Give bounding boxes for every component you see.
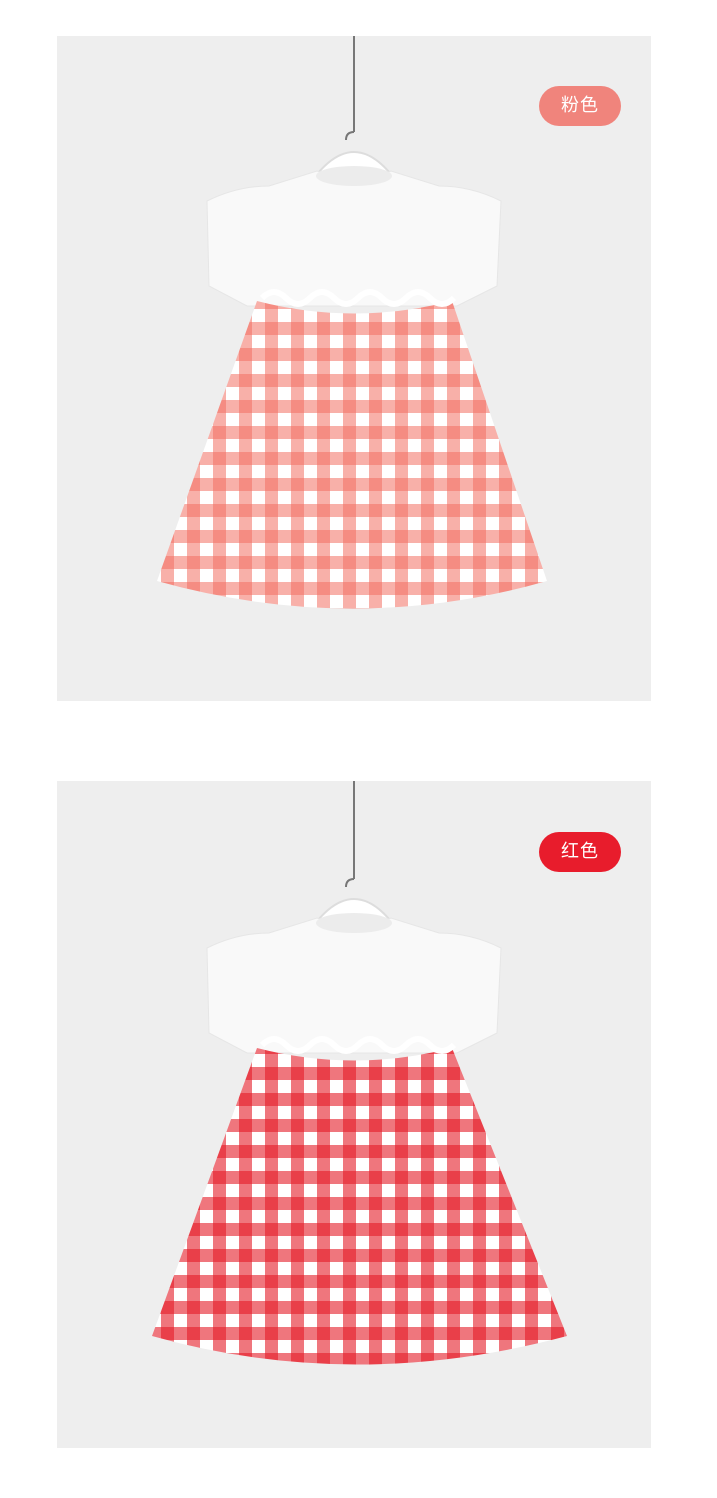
dress-illustration-pink — [157, 36, 547, 609]
dress-skirt — [157, 301, 547, 609]
color-label-badge: 粉色 — [539, 86, 621, 126]
dress-bodice — [206, 170, 502, 307]
dress-skirt — [152, 1048, 567, 1365]
product-photo-red: 红色 — [57, 781, 651, 1448]
product-photo-pink: 粉色 — [57, 36, 651, 701]
dress-bodice — [206, 917, 502, 1054]
dress-illustration-red — [152, 781, 567, 1365]
color-label-badge: 红色 — [539, 832, 621, 872]
